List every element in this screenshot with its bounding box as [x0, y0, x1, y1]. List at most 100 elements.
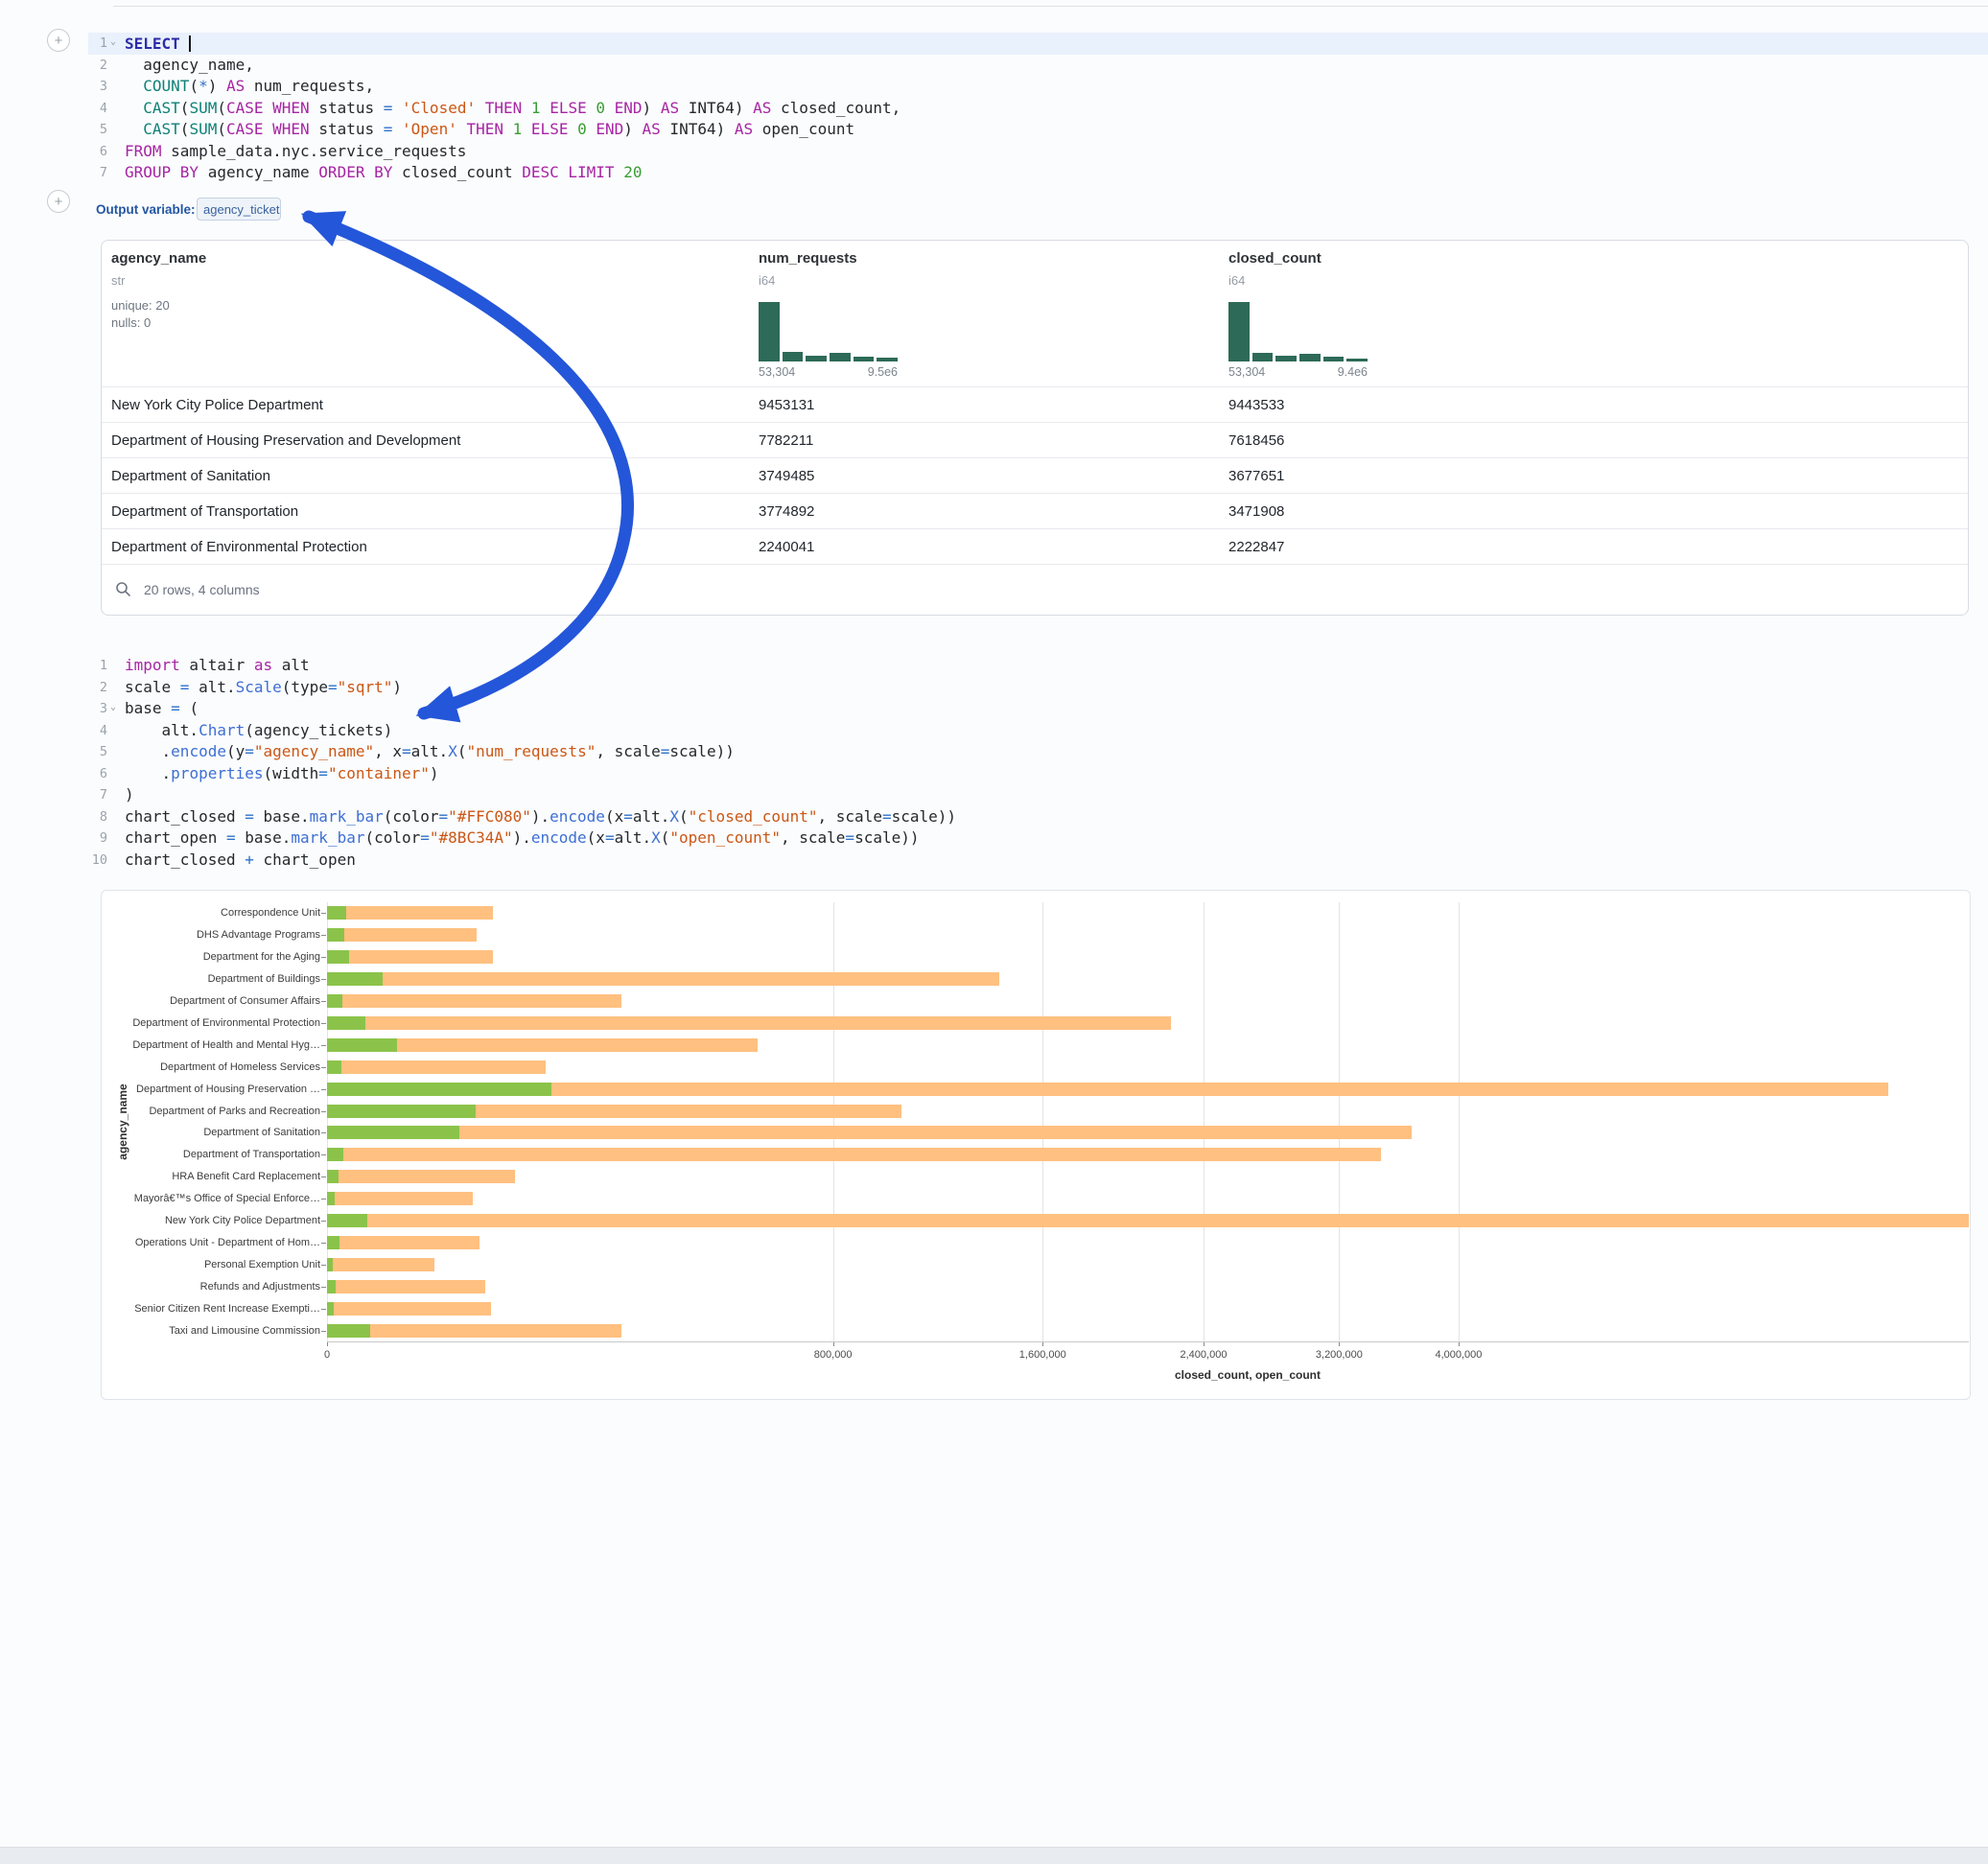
closed_count-bar	[327, 1214, 1969, 1227]
line-number: 1	[88, 655, 107, 677]
code-text: COUNT(*) AS num_requests,	[125, 76, 374, 98]
column-header-closed-count[interactable]: closed_count	[1228, 250, 1321, 267]
y-tick-mark	[321, 1199, 326, 1200]
y-tick-mark	[321, 913, 326, 914]
line-number: 7	[88, 162, 107, 184]
x-axis-line	[327, 1341, 1969, 1342]
column-type: i64	[1228, 273, 1245, 288]
plot-area	[327, 902, 1969, 1341]
y-tick-mark	[321, 1132, 326, 1133]
code-line[interactable]: 2 agency_name,	[88, 55, 1988, 77]
add-cell-button[interactable]: +	[47, 29, 70, 52]
code-line[interactable]: 9chart_open = base.mark_bar(color="#8BC3…	[88, 827, 1988, 850]
histogram-min: 53,304	[759, 365, 795, 379]
line-number: 3	[88, 698, 107, 720]
code-text: base = (	[125, 698, 199, 720]
code-line[interactable]: 8chart_closed = base.mark_bar(color="#FF…	[88, 806, 1988, 828]
table-cell: Department of Transportation	[111, 494, 298, 529]
code-line[interactable]: 3⌄base = (	[88, 698, 1988, 720]
column-header-num-requests[interactable]: num_requests	[759, 250, 857, 267]
next-cell-edge	[0, 1847, 1988, 1864]
open_count-bar	[327, 1083, 551, 1096]
closed_count-bar	[327, 1258, 434, 1271]
code-line[interactable]: 4 CAST(SUM(CASE WHEN status = 'Closed' T…	[88, 98, 1988, 120]
output-variable-badge[interactable]: agency_tickets	[197, 198, 281, 221]
y-axis-label: DHS Advantage Programs	[109, 929, 320, 941]
open_count-bar	[327, 1302, 334, 1316]
open_count-bar	[327, 1126, 459, 1139]
chart-output: 0800,0001,600,0002,400,0003,200,0004,000…	[101, 890, 1971, 1400]
code-line[interactable]: 1 import altair as alt	[88, 655, 1988, 677]
code-line[interactable]: 10chart_closed + chart_open	[88, 850, 1988, 872]
line-number: 6	[88, 763, 107, 785]
code-text: .encode(y="agency_name", x=alt.X("num_re…	[125, 741, 735, 763]
table-row: New York City Police Department945313194…	[102, 386, 1968, 422]
fold-chevron-icon[interactable]: ⌄	[110, 697, 122, 719]
y-axis-label: Refunds and Adjustments	[109, 1281, 320, 1293]
text-cursor	[189, 35, 191, 52]
y-axis-label: Senior Citizen Rent Increase Exempti…	[109, 1303, 320, 1315]
table-row: Department of Transportation377489234719…	[102, 493, 1968, 528]
code-line[interactable]: 6 .properties(width="container")	[88, 763, 1988, 785]
histogram-max: 9.4e6	[1338, 365, 1368, 379]
histogram-range: 53,304 9.4e6	[1228, 365, 1368, 379]
open_count-bar	[327, 1170, 339, 1183]
search-icon[interactable]	[115, 581, 131, 597]
y-axis-label: Taxi and Limousine Commission	[109, 1325, 320, 1337]
x-axis-label: 800,000	[766, 1349, 900, 1361]
closed_count-bar	[327, 906, 493, 920]
code-text: FROM sample_data.nyc.service_requests	[125, 141, 466, 163]
code-line[interactable]: 2scale = alt.Scale(type="sqrt")	[88, 677, 1988, 699]
table-cell: 2222847	[1228, 529, 1284, 565]
code-text: import altair as alt	[125, 655, 310, 677]
code-text: agency_name,	[125, 55, 254, 77]
code-line[interactable]: 6FROM sample_data.nyc.service_requests	[88, 141, 1988, 163]
code-text: .properties(width="container")	[125, 763, 439, 785]
output-variable-label: Output variable:	[96, 202, 196, 217]
table-cell: Department of Housing Preservation and D…	[111, 423, 460, 458]
open_count-bar	[327, 972, 383, 986]
column-header-agency-name[interactable]: agency_name	[111, 250, 206, 267]
fold-chevron-icon[interactable]: ⌄	[110, 32, 122, 54]
y-axis-label: Department of Sanitation	[109, 1127, 320, 1138]
table-cell: 7618456	[1228, 423, 1284, 458]
histogram-bar	[806, 356, 827, 361]
code-text: SELECT	[125, 33, 191, 56]
table-cell: 9453131	[759, 387, 814, 423]
open_count-bar	[327, 950, 349, 964]
histogram-bar	[783, 352, 804, 361]
y-axis-label: Department of Buildings	[109, 973, 320, 985]
sql-code-editor[interactable]: 1⌄SELECT 2 agency_name,3 COUNT(*) AS num…	[88, 33, 1988, 186]
histogram-bar	[1323, 357, 1345, 361]
y-axis-label: Department for the Aging	[109, 951, 320, 963]
y-axis-label: HRA Benefit Card Replacement	[109, 1171, 320, 1182]
python-code-editor[interactable]: 1 import altair as alt2scale = alt.Scale(…	[88, 655, 1988, 874]
histogram	[759, 302, 898, 361]
closed_count-bar	[327, 972, 999, 986]
code-line[interactable]: 3 COUNT(*) AS num_requests,	[88, 76, 1988, 98]
code-line[interactable]: 7GROUP BY agency_name ORDER BY closed_co…	[88, 162, 1988, 184]
table-cell: 2240041	[759, 529, 814, 565]
code-line[interactable]: 1⌄SELECT	[88, 33, 1988, 55]
table-cell: 7782211	[759, 423, 813, 458]
code-line[interactable]: 5 CAST(SUM(CASE WHEN status = 'Open' THE…	[88, 119, 1988, 141]
y-axis-label: Department of Consumer Affairs	[109, 995, 320, 1007]
code-text: chart_closed = base.mark_bar(color="#FFC…	[125, 806, 956, 828]
code-line[interactable]: 4 alt.Chart(agency_tickets)	[88, 720, 1988, 742]
closed_count-bar	[327, 1192, 473, 1205]
table-cell: 9443533	[1228, 387, 1284, 423]
add-cell-button[interactable]: +	[47, 190, 70, 213]
y-axis-label: Department of Parks and Recreation	[109, 1106, 320, 1117]
table-cell: Department of Environmental Protection	[111, 529, 367, 565]
closed_count-bar	[327, 1016, 1171, 1030]
results-table: agency_name str unique: 20 nulls: 0 num_…	[101, 240, 1969, 616]
code-line[interactable]: 7)	[88, 784, 1988, 806]
table-summary: 20 rows, 4 columns	[144, 582, 260, 597]
y-axis-label: Department of Environmental Protection	[109, 1017, 320, 1029]
y-axis-label: Personal Exemption Unit	[109, 1259, 320, 1270]
histogram-bar	[854, 357, 875, 361]
y-tick-mark	[321, 957, 326, 958]
line-number: 4	[88, 98, 107, 120]
code-line[interactable]: 5 .encode(y="agency_name", x=alt.X("num_…	[88, 741, 1988, 763]
y-axis-label: Department of Homeless Services	[109, 1061, 320, 1073]
